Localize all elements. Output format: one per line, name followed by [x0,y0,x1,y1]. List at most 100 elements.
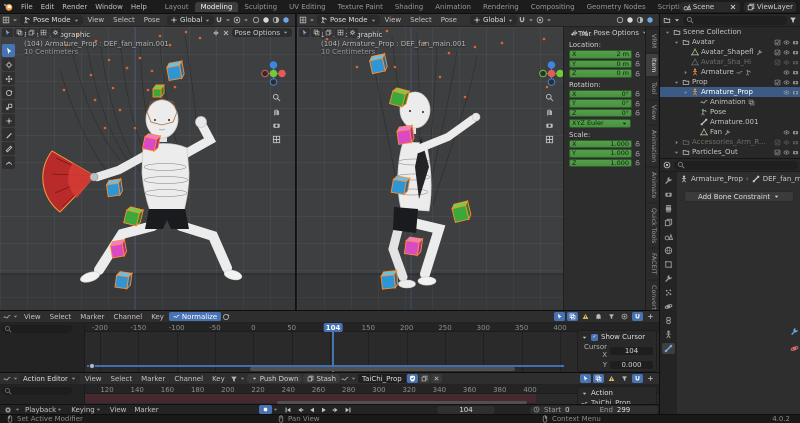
check-icon[interactable] [774,59,781,66]
caret-right-icon[interactable] [682,69,689,76]
camera-icon[interactable] [792,149,799,156]
menu-marker[interactable]: Marker [76,313,108,321]
character-front[interactable] [43,99,243,284]
tool-setting[interactable] [14,28,25,37]
properties-tab-bone-constraint[interactable] [662,343,675,354]
breadcrumb-bone[interactable]: DEF_fan_main.001 [763,175,800,183]
menu-help[interactable]: Help [127,3,151,11]
menu-select[interactable]: Select [107,375,137,383]
action-icon[interactable] [341,375,349,383]
menu-view[interactable]: View [20,313,45,321]
pose-options-dropdown[interactable]: Pose Options [232,28,292,37]
magnet-toggle[interactable] [632,312,643,321]
action-icon[interactable] [3,375,11,383]
properties-tab-modifiers[interactable] [662,273,675,284]
viewport-front-scene[interactable]: Front Orthographic (104) Armature_Prop :… [0,27,295,310]
proportional-icon[interactable] [536,16,544,24]
check-icon[interactable] [774,79,781,86]
workspace-tab-sculpting[interactable]: Sculpting [238,2,283,12]
cursor-y-field[interactable]: 0.000 [610,361,653,369]
rotation-mode-dropdown[interactable]: XYZ Euler [569,119,631,128]
orientation-selector[interactable]: Global [470,15,517,25]
caret-icon[interactable] [673,39,680,46]
workspace-tab-shading[interactable]: Shading [389,2,429,12]
tool-scale[interactable] [2,100,15,113]
warn-toggle[interactable] [580,312,591,321]
lock-icon[interactable] [634,150,641,157]
physics-cube[interactable] [391,176,410,196]
tool-setting[interactable] [50,28,61,37]
camera-icon[interactable] [792,49,799,56]
menu-view[interactable]: View [84,16,109,24]
transform-field-z[interactable]: Z0 m [569,69,632,78]
sidebar-tab-animation[interactable]: Animation [646,126,658,166]
properties-tab-output[interactable] [662,203,675,214]
menu-view[interactable]: View [81,375,106,383]
menu-pose[interactable]: Pose [140,16,164,24]
properties-tab-tool[interactable] [662,175,675,186]
caret-icon[interactable] [673,79,680,86]
mode-selector[interactable]: Pose Mode [317,15,380,25]
lock-icon[interactable] [634,70,641,77]
caret-icon[interactable] [545,16,553,24]
outliner-item-armature-001[interactable]: Armature.001 [660,117,800,127]
physics-cube[interactable] [115,271,132,289]
workspace-tab-compositing[interactable]: Compositing [525,2,581,12]
camera-icon[interactable] [272,121,281,130]
magnet-icon[interactable] [518,16,526,24]
ghost-toggle[interactable] [593,312,604,321]
auto-keying-toggle[interactable] [259,405,272,414]
physics-cube[interactable] [396,125,414,144]
workspace-tab-animation[interactable]: Animation [429,2,477,12]
outliner-search-input[interactable] [683,16,787,25]
menu-keying[interactable]: Keying [67,406,106,414]
workspace-tab-layout[interactable]: Layout [159,2,195,12]
spherehalf-icon[interactable] [636,16,644,24]
spherewire-icon[interactable] [252,16,260,24]
current-frame-field[interactable]: 104 [437,406,495,414]
lock-icon[interactable] [634,159,641,166]
eye-icon[interactable] [783,59,790,66]
camera-icon[interactable] [792,59,799,66]
caret-icon[interactable] [673,149,680,156]
check-icon[interactable] [774,49,781,56]
transform-field-y[interactable]: Y0° [569,99,632,108]
channel-search-input[interactable] [2,325,72,333]
play-reverse-button[interactable] [307,405,318,414]
tool-measure[interactable] [2,142,15,155]
spherewire-icon[interactable] [616,16,624,24]
fan[interactable] [43,151,95,212]
properties-tab-world[interactable] [662,245,675,256]
grid-icon[interactable] [545,135,554,144]
outliner-item-particles-out[interactable]: Particles_Out [660,147,800,157]
transform-field-x[interactable]: X1.000 [569,140,632,149]
properties-tab-object[interactable] [662,259,675,270]
menu-select[interactable]: Select [46,313,76,321]
hand-icon[interactable] [272,107,281,116]
workspace-tab-geometry-nodes[interactable]: Geometry Nodes [581,2,652,12]
scene-selector[interactable]: Scene [680,2,740,12]
sidebar-tab-animate[interactable]: Animate [646,168,658,202]
jump-to-start-button[interactable] [283,405,294,414]
physics-cube[interactable] [166,61,185,81]
transform-field-x[interactable]: X2 m [569,50,632,59]
properties-tab-constraints[interactable] [662,315,675,326]
workspace-tab-modeling[interactable]: Modeling [195,2,239,12]
tool-rotate[interactable] [2,86,15,99]
caret-right-icon[interactable] [673,139,680,146]
physics-cube[interactable] [369,54,388,74]
sphere-icon[interactable] [282,16,290,24]
outliner-item-animation[interactable]: Animation [660,97,800,107]
sphere-icon[interactable] [626,16,634,24]
caret-icon[interactable] [664,29,671,36]
dope-ruler[interactable]: 1201401601802002202402602803003203403603… [0,385,659,394]
properties-search-input[interactable] [674,161,798,170]
jump-to-end-button[interactable] [343,405,354,414]
sphere-icon[interactable] [646,16,654,24]
caret-icon[interactable] [272,406,279,413]
grid-icon[interactable] [299,16,307,24]
rotate-icon[interactable] [222,313,230,321]
channel-search-input[interactable] [2,387,72,395]
menu-pose[interactable]: Pose [437,16,461,24]
funnel-toggle[interactable] [606,312,617,321]
